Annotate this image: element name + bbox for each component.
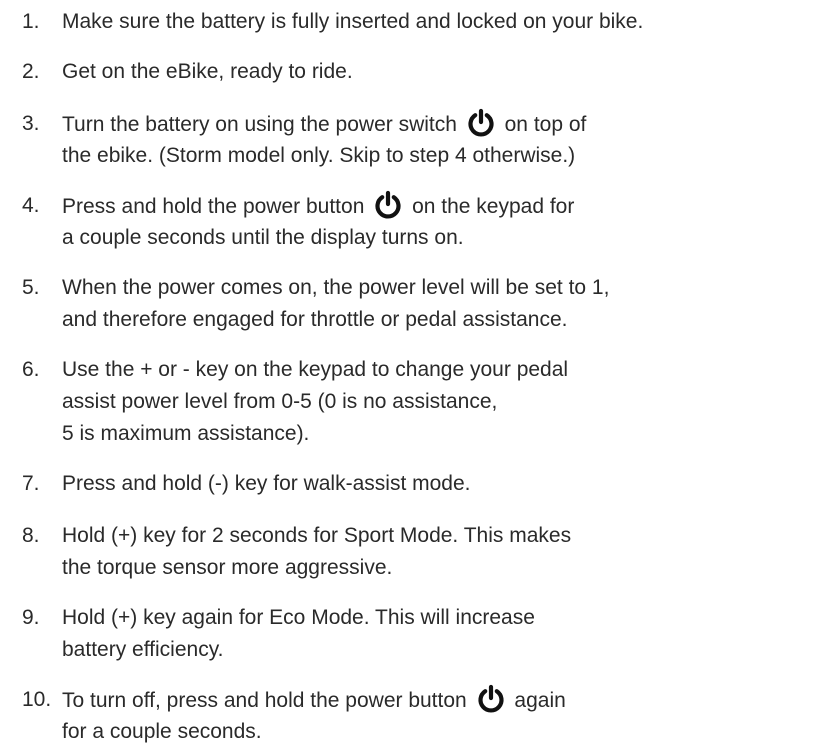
step-number: 10. [22, 688, 52, 711]
step-text: Press and hold the power button [62, 195, 365, 218]
step-text-line-1: Turn the battery on using the power swit… [62, 108, 586, 141]
power-icon [468, 108, 494, 137]
step-text: Make sure the battery is fully inserted … [62, 10, 644, 33]
step-number: 2. [22, 60, 40, 83]
step-text: 5 is maximum assistance). [62, 422, 310, 445]
step-number: 4. [22, 194, 40, 217]
step-number: 7. [22, 472, 40, 495]
step-text: To turn off, press and hold the power bu… [62, 689, 467, 712]
step-text: Get on the eBike, ready to ride. [62, 60, 353, 83]
step-number: 9. [22, 606, 40, 629]
step-text: the ebike. (Storm model only. Skip to st… [62, 144, 576, 167]
step-text: on top of [504, 113, 587, 136]
step-text: the torque sensor more aggressive. [62, 556, 393, 579]
step-text: Hold (+) key again for Eco Mode. This wi… [62, 606, 535, 629]
step-text: and therefore engaged for throttle or pe… [62, 308, 568, 331]
step-text: Hold (+) key for 2 seconds for Sport Mod… [62, 524, 572, 547]
step-text-line-1: To turn off, press and hold the power bu… [62, 684, 566, 717]
step-number: 3. [22, 112, 40, 135]
step-text: Press and hold (-) key for walk-assist m… [62, 472, 471, 495]
step-text: Turn the battery on using the power swit… [62, 113, 457, 136]
step-text: battery efficiency. [62, 638, 224, 661]
power-icon [375, 190, 401, 219]
power-icon [477, 684, 504, 713]
step-text: a couple seconds until the display turns… [62, 226, 464, 249]
step-number: 1. [22, 10, 40, 33]
step-number: 5. [22, 276, 40, 299]
step-text-line-1: Press and hold the power button on the k… [62, 190, 574, 223]
step-text: for a couple seconds. [62, 720, 262, 743]
step-text: Use the + or - key on the keypad to chan… [62, 358, 569, 381]
step-text: on the keypad for [412, 195, 575, 218]
step-text: again [514, 689, 566, 712]
step-text: When the power comes on, the power level… [62, 276, 610, 299]
step-text: assist power level from 0-5 (0 is no ass… [62, 390, 498, 413]
step-number: 8. [22, 524, 40, 547]
step-number: 6. [22, 358, 40, 381]
